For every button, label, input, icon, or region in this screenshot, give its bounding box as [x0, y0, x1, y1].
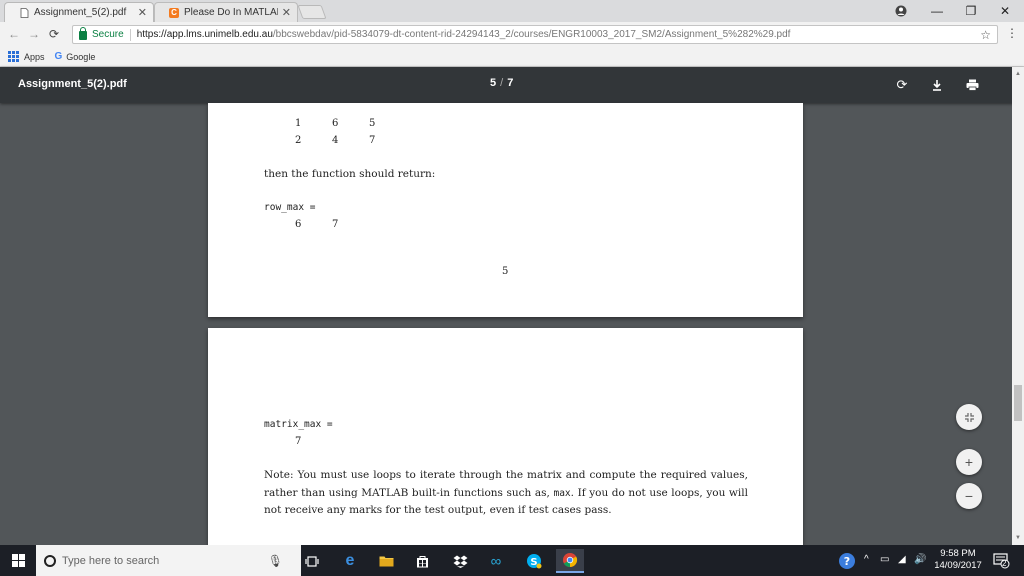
secure-indicator[interactable]: Secure [79, 27, 124, 40]
page-indicator: 5 /7 [490, 77, 513, 89]
file-explorer-icon[interactable] [372, 549, 400, 573]
battery-icon[interactable]: ▭ [880, 554, 889, 565]
bookmark-google[interactable]: G Google [55, 51, 96, 62]
skype-icon[interactable]: S [520, 549, 548, 573]
store-icon[interactable] [408, 549, 436, 573]
profile-icon[interactable] [884, 0, 918, 22]
dropbox-icon[interactable] [446, 549, 474, 573]
search-placeholder: Type here to search [62, 554, 160, 567]
note-code: max [553, 487, 571, 499]
bookmark-label: Google [66, 51, 96, 62]
vertical-scrollbar[interactable]: ▲ ▼ [1012, 67, 1024, 545]
body-text: then the function should return: [264, 168, 436, 180]
page-separator: / [500, 77, 504, 89]
tab-strip: Assignment_5(2).pdf ✕ C Please Do In MAT… [0, 0, 1024, 22]
document-icon [19, 7, 29, 18]
notifications-icon[interactable]: 2 [992, 551, 1010, 572]
matrix-cell: 5 [369, 118, 376, 129]
taskbar-search-box[interactable]: Type here to search 🎙 [36, 545, 301, 576]
bookmark-apps[interactable]: Apps [8, 51, 45, 62]
chevron-up-icon[interactable]: ^ [864, 554, 869, 565]
windows-start-icon[interactable] [12, 554, 25, 567]
scrollbar-thumb[interactable] [1014, 385, 1022, 421]
cortana-icon [44, 554, 56, 567]
windows-taskbar: Type here to search 🎙 e ∞ S ? ^ ▭ ◢ 🔊 9:… [0, 545, 1024, 576]
google-icon: G [54, 51, 63, 62]
new-tab-button[interactable] [297, 5, 327, 19]
chegg-icon: C [169, 7, 179, 18]
scroll-down-arrow-icon[interactable]: ▼ [1012, 532, 1024, 544]
address-bar[interactable]: Secure https://app.lms.unimelb.edu.au/bb… [72, 25, 998, 44]
clock-time: 9:58 PM [940, 548, 976, 559]
matrix-cell: 7 [369, 135, 376, 146]
bookmarks-bar: Apps G Google [0, 47, 1024, 67]
svg-text:?: ? [844, 555, 850, 568]
minus-icon: − [964, 488, 974, 504]
secure-label: Secure [92, 29, 124, 40]
pdf-title: Assignment_5(2).pdf [18, 78, 127, 90]
code-output-label: row_max = [264, 202, 316, 213]
browser-toolbar: ← → ⟳ Secure https://app.lms.unimelb.edu… [0, 22, 1024, 47]
back-arrow-icon[interactable]: ← [6, 26, 22, 42]
tab-label: Assignment_5(2).pdf [34, 7, 127, 18]
zoom-in-button[interactable]: + [956, 449, 982, 475]
restore-icon[interactable]: ❐ [954, 0, 988, 22]
current-page-number[interactable]: 5 [490, 77, 496, 89]
tab-matlab-question[interactable]: C Please Do In MATLAB | C ✕ [154, 2, 298, 22]
output-value: 7 [332, 219, 339, 230]
volume-icon[interactable]: 🔊 [914, 554, 926, 565]
help-icon[interactable]: ? [838, 552, 856, 573]
browser-menu-icon[interactable]: ⋮ [1006, 26, 1018, 40]
svg-text:S: S [530, 557, 537, 568]
tab-assignment-pdf[interactable]: Assignment_5(2).pdf ✕ [4, 2, 154, 22]
note-paragraph: Note: You must use loops to iterate thro… [264, 467, 748, 520]
edge-icon[interactable]: e [336, 549, 364, 573]
arduino-icon[interactable]: ∞ [482, 549, 510, 573]
matrix-cell: 4 [332, 135, 339, 146]
bookmark-star-icon[interactable]: ☆ [980, 28, 991, 42]
divider [129, 28, 131, 41]
total-pages: 7 [507, 77, 514, 89]
chrome-icon[interactable] [556, 549, 584, 573]
pdf-page-5: 1 6 5 2 4 7 then the function should ret… [208, 103, 803, 317]
notification-count: 2 [1002, 559, 1007, 568]
task-view-icon[interactable] [298, 549, 326, 573]
minimize-icon[interactable]: — [920, 0, 954, 22]
tab-label: Please Do In MATLAB | C [184, 7, 278, 18]
output-value: 7 [295, 436, 302, 447]
scroll-up-arrow-icon[interactable]: ▲ [1012, 68, 1024, 80]
url-host: https://app.lms.unimelb.edu.au [136, 29, 273, 40]
matrix-cell: 1 [295, 118, 302, 129]
print-icon[interactable] [962, 75, 982, 95]
fit-page-icon [964, 412, 974, 422]
close-tab-icon[interactable]: ✕ [282, 6, 291, 19]
plus-icon: + [964, 454, 974, 470]
forward-arrow-icon[interactable]: → [26, 26, 42, 42]
download-icon[interactable] [927, 75, 947, 95]
microphone-icon[interactable]: 🎙 [268, 554, 283, 568]
clock-date: 14/09/2017 [934, 560, 982, 571]
matrix-cell: 6 [332, 118, 339, 129]
fit-to-page-button[interactable] [956, 404, 982, 430]
apps-grid-icon [8, 51, 19, 62]
close-window-icon[interactable]: ✕ [988, 0, 1022, 22]
wifi-icon[interactable]: ◢ [898, 554, 906, 565]
matrix-cell: 2 [295, 135, 302, 146]
pdf-toolbar: Assignment_5(2).pdf 5 /7 ⟳ [0, 67, 1024, 103]
pdf-page-6: matrix_max = 7 Note: You must use loops … [208, 328, 803, 545]
lock-icon [79, 27, 87, 40]
rotate-icon[interactable]: ⟳ [892, 75, 912, 95]
url-path: /bbcswebdav/pid-5834079-dt-content-rid-2… [272, 29, 791, 40]
code-output-label: matrix_max = [264, 419, 333, 430]
reload-icon[interactable]: ⟳ [46, 26, 62, 42]
zoom-out-button[interactable]: − [956, 483, 982, 509]
page-footer-number: 5 [502, 266, 509, 277]
close-tab-icon[interactable]: ✕ [138, 6, 147, 19]
system-clock[interactable]: 9:58 PM 14/09/2017 [930, 548, 986, 572]
bookmark-label: Apps [24, 51, 45, 62]
output-value: 6 [295, 219, 302, 230]
